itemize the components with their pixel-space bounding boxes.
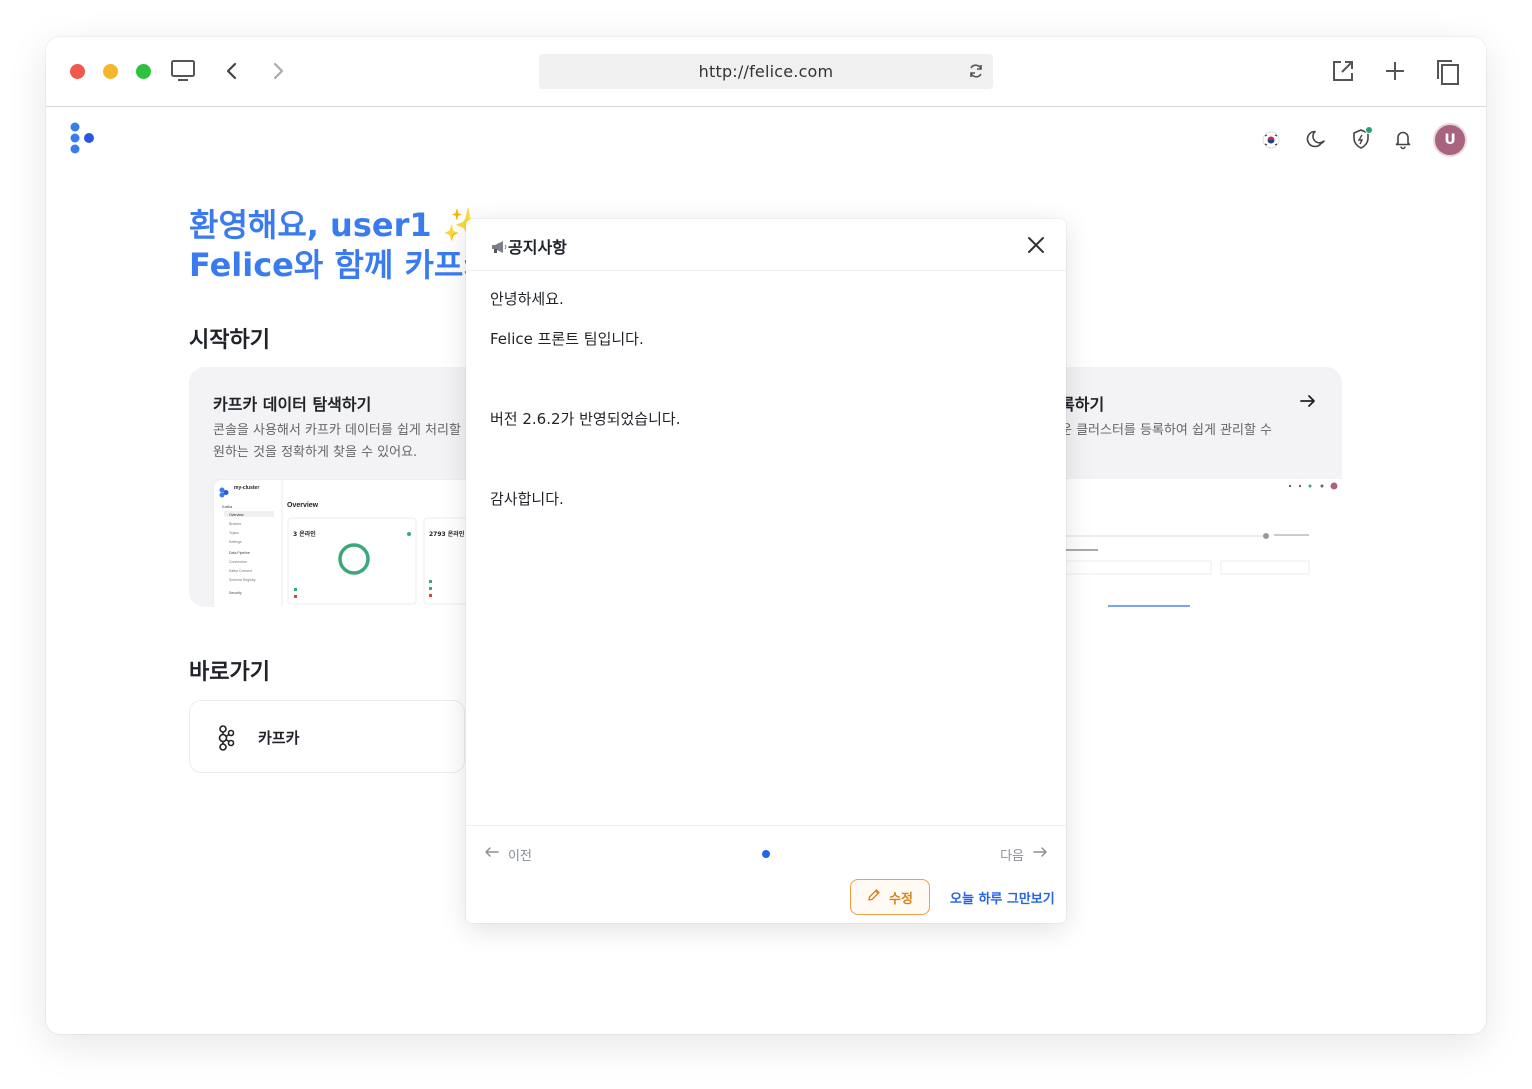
preview-menu-item: Security bbox=[229, 591, 242, 595]
kafka-shortcut[interactable]: 카프카 bbox=[189, 700, 465, 773]
kafka-icon bbox=[216, 725, 236, 755]
url-bar[interactable]: http://felice.com bbox=[539, 54, 993, 89]
welcome-line-2: Felice와 함께 카프카 bbox=[189, 246, 493, 284]
edit-button[interactable]: 수정 bbox=[850, 879, 930, 915]
url-text: http://felice.com bbox=[698, 62, 834, 81]
card-description: 콘솔을 사용해서 카프카 데이터를 쉽게 처리할 원하는 것을 정확하게 찾을 … bbox=[213, 420, 461, 464]
prev-label: 이전 bbox=[508, 848, 532, 864]
preview-overview-title: Overview bbox=[287, 502, 319, 509]
preview-menu-item: Data Pipeline bbox=[229, 551, 250, 555]
next-button[interactable]: 다음 bbox=[1000, 844, 1048, 864]
notice-line: 버전 2.6.2가 반영되었습니다. bbox=[490, 410, 681, 428]
modal-header: 공지사항 bbox=[466, 219, 1066, 271]
korea-flag-icon[interactable] bbox=[1262, 131, 1280, 153]
explore-kafka-card[interactable]: 카프카 데이터 탐색하기 콘솔을 사용해서 카프카 데이터를 쉽게 처리할 원하… bbox=[189, 367, 479, 607]
maximize-window-button[interactable] bbox=[136, 64, 151, 79]
copy-icon[interactable] bbox=[1434, 58, 1462, 90]
welcome-heading: 환영해요, user1 ✨ Felice와 함께 카프카 bbox=[189, 205, 493, 285]
browser-window: http://felice.com U 환영해요, user1 ✨ Felice… bbox=[46, 37, 1486, 1034]
forward-icon[interactable] bbox=[268, 58, 288, 88]
modal-title-text: 공지사항 bbox=[508, 238, 567, 257]
card-description-line-1: 콘솔을 사용해서 카프카 데이터를 쉽게 처리할 bbox=[213, 423, 461, 438]
notice-line: Felice 프론트 팀입니다. bbox=[490, 330, 644, 348]
preview-menu-item: Settings bbox=[229, 540, 242, 544]
card-title: 카프카 데이터 탐색하기 bbox=[213, 395, 372, 414]
open-external-icon[interactable] bbox=[1330, 58, 1356, 88]
browser-toolbar: http://felice.com bbox=[46, 37, 1486, 107]
register-cluster-card[interactable]: 록하기 운 클러스터를 등록하여 쉽게 관리할 수 bbox=[1046, 367, 1342, 607]
shortcut-label: 카프카 bbox=[258, 729, 300, 747]
page-indicator-dot[interactable] bbox=[762, 850, 770, 858]
preview-stat-1: 3 온라인 bbox=[293, 530, 316, 538]
dismiss-today-button[interactable]: 오늘 하루 그만보기 bbox=[950, 888, 1055, 907]
monitor-icon[interactable] bbox=[170, 58, 196, 88]
moon-icon[interactable] bbox=[1306, 128, 1328, 154]
notice-line bbox=[490, 369, 1042, 409]
pencil-icon bbox=[867, 888, 881, 906]
notice-modal: 공지사항 안녕하세요. Felice 프론트 팀입니다. 버전 2.6.2가 반… bbox=[466, 219, 1066, 923]
next-label: 다음 bbox=[1000, 848, 1024, 864]
preview-menu-item: Overview bbox=[229, 513, 244, 517]
status-indicator bbox=[1365, 126, 1373, 134]
preview-menu-item: Kafka Connect bbox=[229, 569, 252, 573]
arrow-right-icon bbox=[1032, 844, 1048, 864]
edit-label: 수정 bbox=[889, 891, 913, 907]
felice-logo[interactable] bbox=[68, 122, 98, 158]
notice-line bbox=[490, 449, 1042, 489]
preview-stat-2: 2793 온라인 bbox=[429, 530, 465, 538]
register-preview bbox=[1046, 479, 1342, 607]
preview-menu-item: Schema Registry bbox=[229, 578, 256, 582]
shortcuts-title: 바로가기 bbox=[189, 660, 270, 685]
preview-menu-item: Kafka bbox=[222, 504, 233, 509]
preview-menu-item: Connectors bbox=[229, 560, 247, 564]
new-tab-icon[interactable] bbox=[1382, 58, 1408, 88]
megaphone-icon bbox=[490, 239, 508, 259]
close-window-button[interactable] bbox=[70, 64, 85, 79]
close-icon[interactable] bbox=[1026, 235, 1046, 259]
reload-icon[interactable] bbox=[967, 62, 985, 84]
card-description: 운 클러스터를 등록하여 쉽게 관리할 수 bbox=[1060, 423, 1273, 438]
arrow-left-icon bbox=[484, 844, 500, 864]
minimize-window-button[interactable] bbox=[103, 64, 118, 79]
getting-started-title: 시작하기 bbox=[189, 328, 270, 353]
user-avatar[interactable]: U bbox=[1433, 123, 1467, 157]
welcome-line-1: 환영해요, user1 ✨ bbox=[189, 206, 483, 244]
preview-menu-item: Brokers bbox=[229, 522, 241, 526]
dashboard-preview: my-cluster Kafka Overview Brokers Topics… bbox=[213, 479, 479, 607]
modal-body: 안녕하세요. Felice 프론트 팀입니다. 버전 2.6.2가 반영되었습니… bbox=[490, 289, 1042, 529]
card-description-line-2: 원하는 것을 정확하게 찾을 수 있어요. bbox=[213, 445, 418, 460]
preview-menu-item: Topics bbox=[229, 531, 239, 535]
notice-line: 감사합니다. bbox=[490, 490, 564, 508]
arrow-right-icon[interactable] bbox=[1298, 391, 1318, 415]
preview-cluster-name: my-cluster bbox=[234, 485, 259, 491]
modal-footer: 이전 다음 수정 오늘 하루 그만보기 bbox=[466, 825, 1066, 923]
prev-button[interactable]: 이전 bbox=[484, 844, 532, 864]
bell-icon[interactable] bbox=[1393, 128, 1413, 154]
modal-title: 공지사항 bbox=[490, 234, 567, 259]
notice-line: 안녕하세요. bbox=[490, 290, 564, 308]
back-icon[interactable] bbox=[222, 58, 242, 88]
card-title: 록하기 bbox=[1060, 395, 1105, 414]
